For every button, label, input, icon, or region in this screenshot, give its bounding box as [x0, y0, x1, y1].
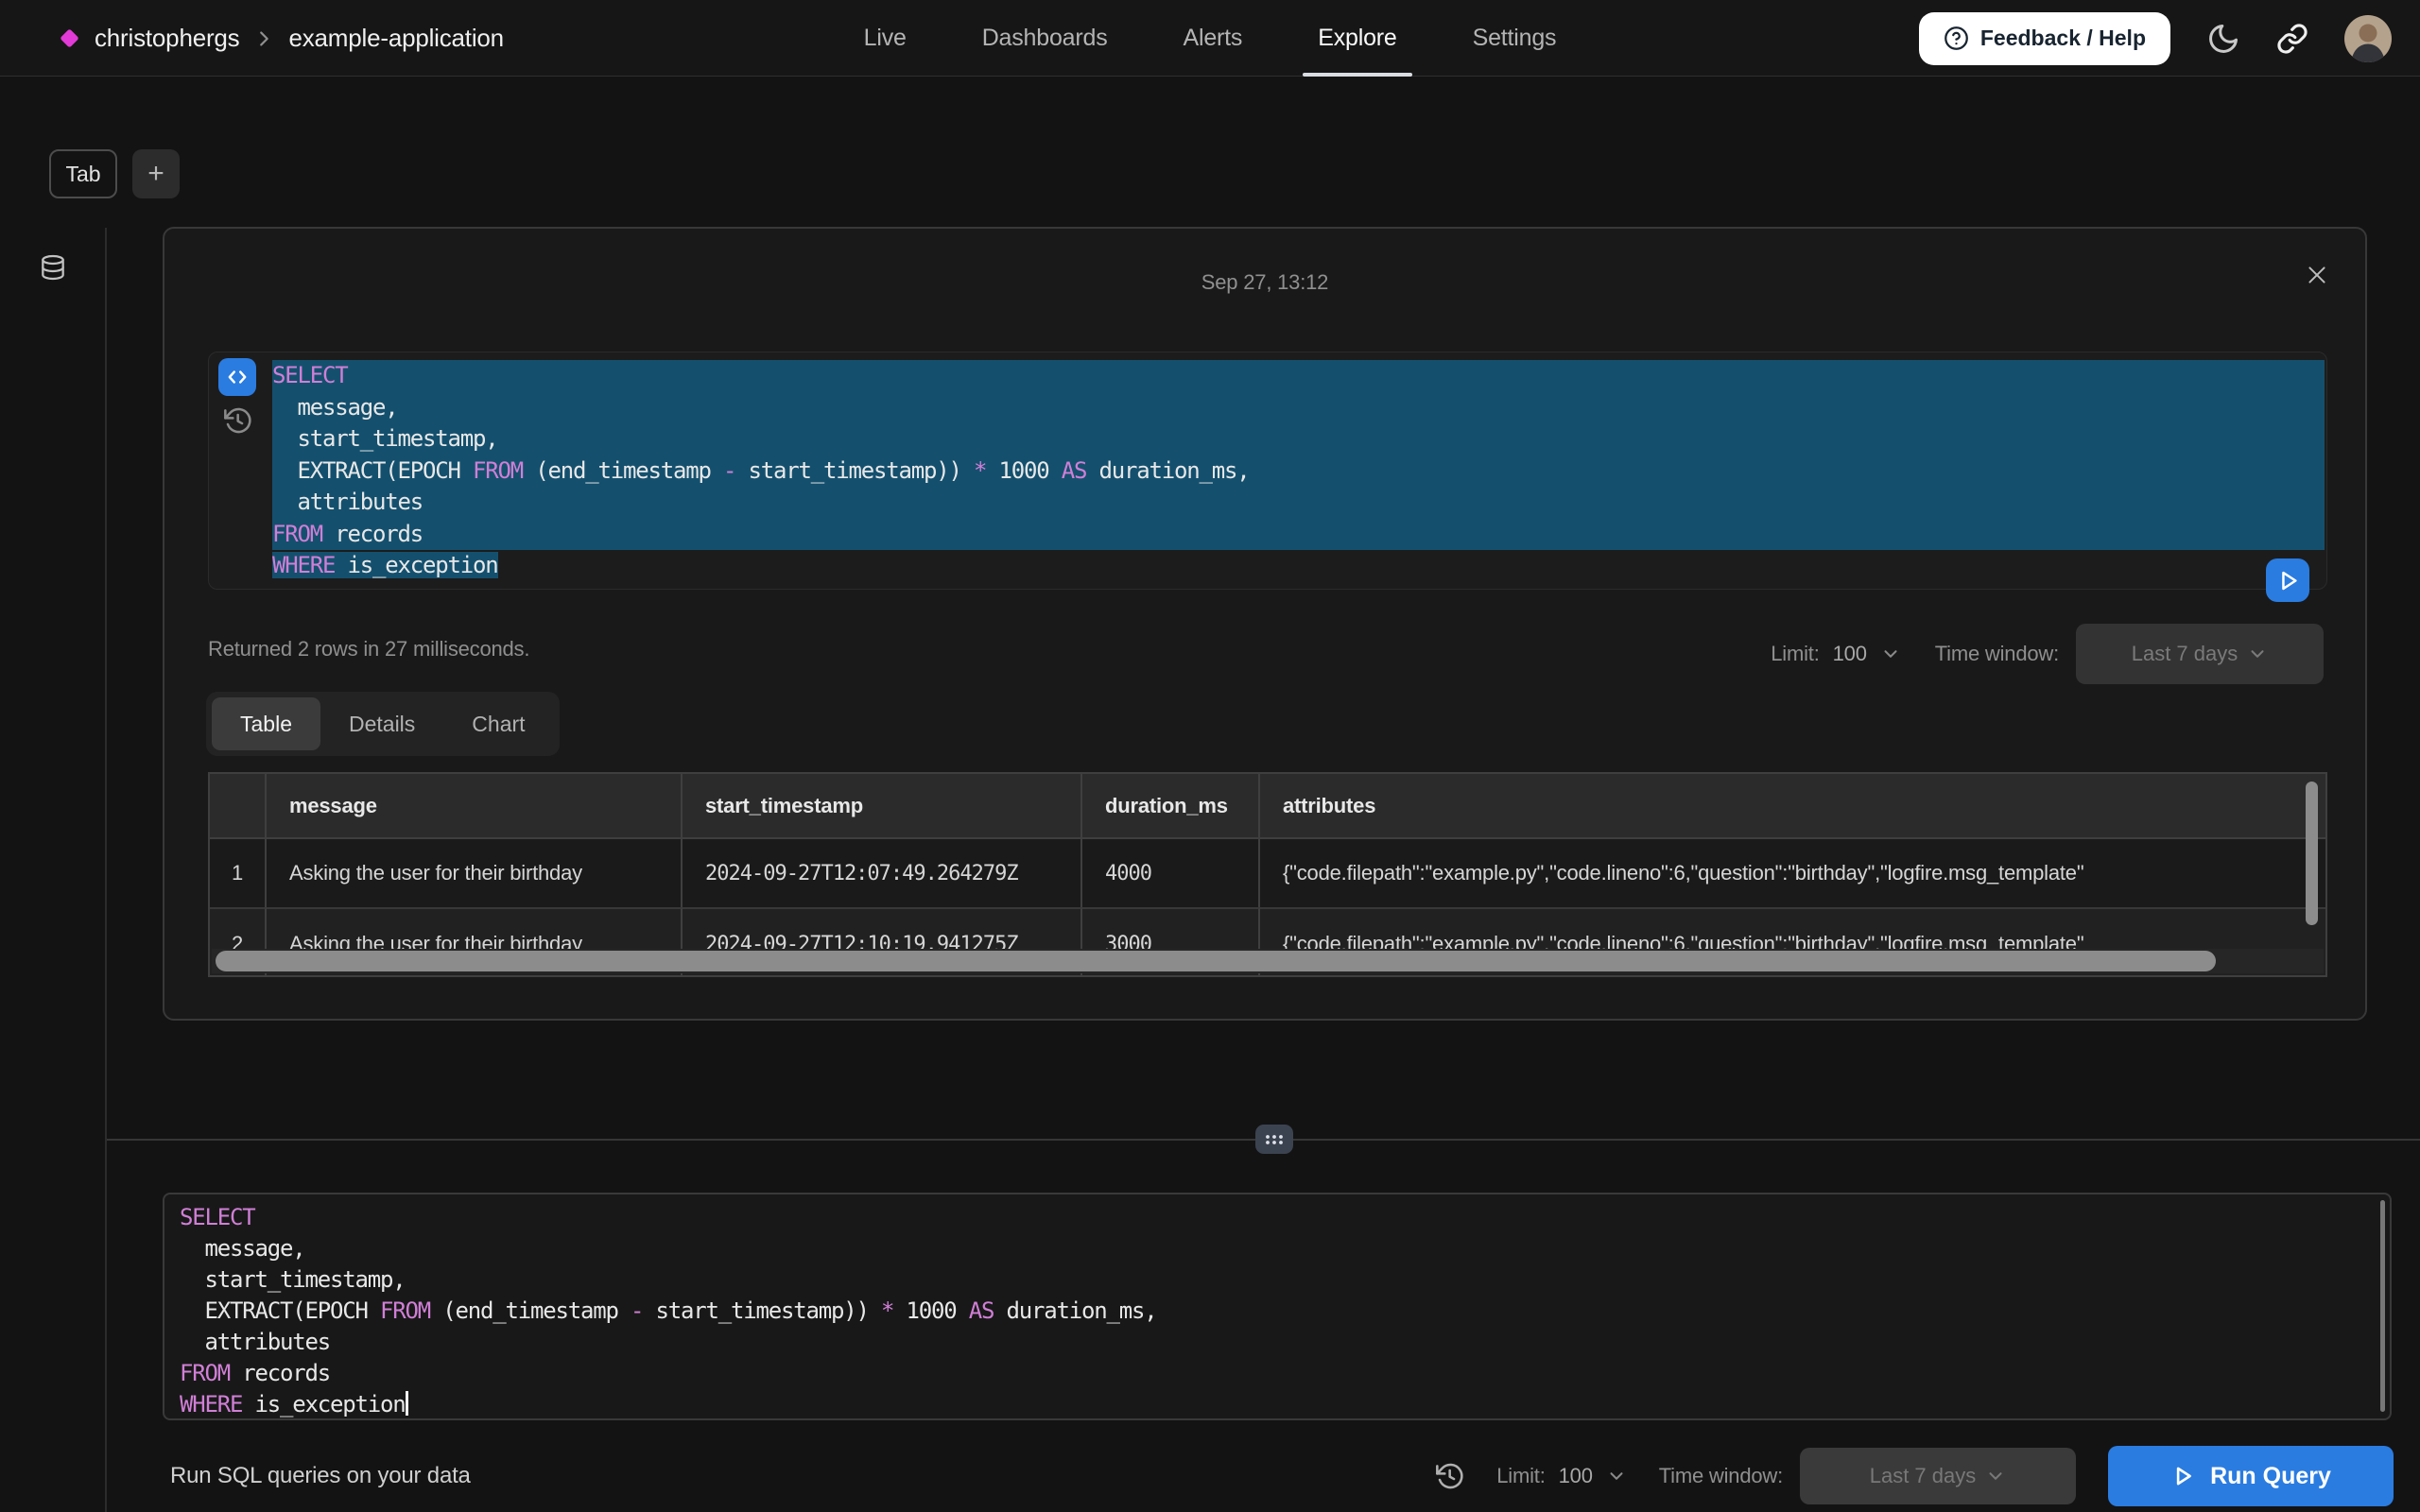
- time-window-dropdown[interactable]: Last 7 days: [2076, 624, 2324, 684]
- view-tab-details[interactable]: Details: [320, 697, 443, 750]
- result-timestamp: Sep 27, 13:12: [164, 270, 2365, 295]
- clock-rotate-left-icon: [222, 405, 252, 436]
- executed-sql-code[interactable]: SELECT message, start_timestamp, EXTRACT…: [272, 360, 2325, 587]
- play-icon: [2275, 568, 2301, 593]
- share-link-button[interactable]: [2276, 23, 2308, 55]
- code-brackets-icon: [225, 365, 250, 389]
- query-tab[interactable]: Tab: [49, 149, 117, 198]
- result-status: Returned 2 rows in 27 milliseconds.: [208, 637, 529, 662]
- schema-browser-button[interactable]: [38, 252, 68, 283]
- nav-item-explore[interactable]: Explore: [1318, 0, 1396, 77]
- sql-editor-code[interactable]: SELECT message, start_timestamp, EXTRACT…: [180, 1202, 2371, 1417]
- sql-editor[interactable]: SELECT message, start_timestamp, EXTRACT…: [163, 1193, 2392, 1420]
- table-row[interactable]: 1 Asking the user for their birthday 202…: [210, 839, 2325, 907]
- query-history-button[interactable]: [222, 405, 252, 436]
- bottom-toolbar-actions: Limit: 100 Time window: Last 7 days Run …: [1434, 1440, 2394, 1512]
- editor-vertical-scrollbar-thumb[interactable]: [2380, 1200, 2385, 1412]
- play-icon: [2170, 1464, 2195, 1488]
- table-header-message: message: [267, 774, 683, 839]
- top-nav: christophergs example-application Live D…: [0, 0, 2420, 77]
- breadcrumb-project[interactable]: example-application: [288, 24, 503, 53]
- chevron-down-icon: [1985, 1466, 2006, 1486]
- theme-toggle-button[interactable]: [2206, 22, 2240, 56]
- code-view-button[interactable]: [218, 358, 256, 396]
- executed-query-block: SELECT message, start_timestamp, EXTRACT…: [208, 352, 2327, 590]
- nav-item-settings[interactable]: Settings: [1473, 0, 1557, 77]
- nav-item-live[interactable]: Live: [864, 0, 907, 77]
- time-window-group: Time window: Last 7 days: [1659, 1448, 2076, 1504]
- table-header-rownum: [210, 774, 267, 839]
- chevron-down-icon: [1606, 1466, 1627, 1486]
- result-view-tabs: Table Details Chart: [206, 692, 560, 756]
- link-icon: [2276, 23, 2308, 55]
- splitter-grip-handle[interactable]: [1255, 1125, 1293, 1154]
- question-circle-icon: [1944, 26, 1969, 51]
- user-avatar[interactable]: [2344, 15, 2392, 62]
- feedback-help-button[interactable]: Feedback / Help: [1919, 12, 2170, 65]
- horizontal-scrollbar-thumb[interactable]: [216, 951, 2216, 971]
- bottom-toolbar: Run SQL queries on your data Limit: 100 …: [0, 1440, 2420, 1512]
- chevron-down-icon: [2247, 644, 2268, 664]
- run-inline-button[interactable]: [2266, 558, 2309, 602]
- query-history-button[interactable]: [1434, 1461, 1464, 1491]
- editor-hint: Run SQL queries on your data: [170, 1463, 471, 1489]
- database-icon: [38, 252, 68, 283]
- moon-icon: [2206, 22, 2240, 56]
- breadcrumb-org[interactable]: christophergs: [95, 24, 239, 53]
- limit-dropdown[interactable]: Limit: 100: [1771, 642, 1900, 666]
- table-header-attributes: attributes: [1260, 774, 2325, 839]
- chevron-right-icon: [253, 28, 274, 49]
- view-tab-table[interactable]: Table: [212, 697, 320, 750]
- query-result-panel: Sep 27, 13:12 SELECT message, start_time…: [163, 227, 2367, 1021]
- table-header-start-timestamp: start_timestamp: [683, 774, 1082, 839]
- nav-item-alerts[interactable]: Alerts: [1184, 0, 1243, 77]
- limit-dropdown[interactable]: Limit: 100: [1496, 1464, 1626, 1488]
- grip-dots-icon: [1261, 1130, 1288, 1149]
- view-tab-chart[interactable]: Chart: [443, 697, 553, 750]
- close-result-button[interactable]: [2305, 263, 2329, 287]
- clock-rotate-left-icon: [1434, 1461, 1464, 1491]
- logfire-logo-icon[interactable]: [59, 27, 80, 49]
- time-window-dropdown[interactable]: Last 7 days: [1800, 1448, 2076, 1504]
- table-header-row: message start_timestamp duration_ms attr…: [210, 774, 2325, 839]
- breadcrumb: christophergs example-application: [95, 0, 504, 77]
- top-nav-actions: Feedback / Help: [1919, 0, 2392, 77]
- result-query-options: Limit: 100 Time window: Last 7 days: [1771, 624, 2324, 684]
- run-query-button[interactable]: Run Query: [2108, 1446, 2394, 1506]
- time-window-group: Time window: Last 7 days: [1935, 624, 2324, 684]
- table-header-duration-ms: duration_ms: [1082, 774, 1260, 839]
- table-horizontal-scrollbar[interactable]: [212, 949, 2324, 973]
- add-tab-button[interactable]: +: [132, 149, 180, 198]
- table-vertical-scrollbar-thumb[interactable]: [2306, 782, 2318, 925]
- text-caret: [406, 1391, 408, 1416]
- nav-item-dashboards[interactable]: Dashboards: [982, 0, 1108, 77]
- chevron-down-icon: [1880, 644, 1901, 664]
- result-table: message start_timestamp duration_ms attr…: [208, 772, 2327, 977]
- close-icon: [2305, 263, 2329, 287]
- left-rail: [0, 228, 107, 1512]
